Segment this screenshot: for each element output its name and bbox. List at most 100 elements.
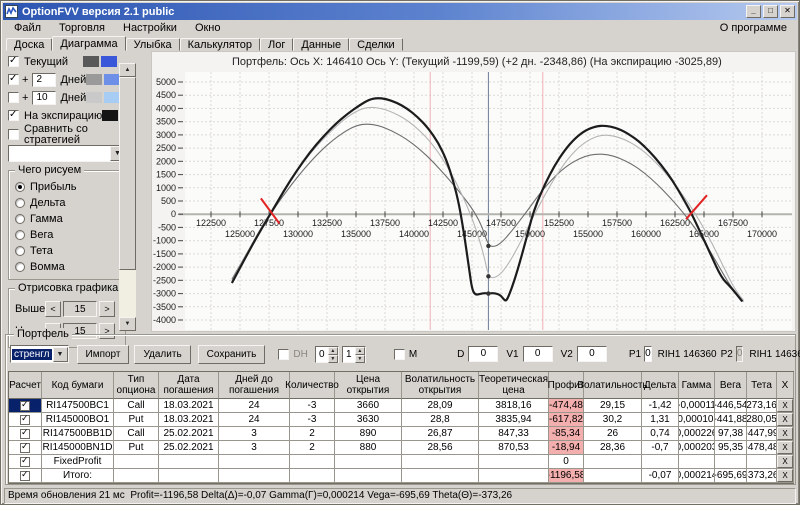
left-panel-scrollbar[interactable]: ▲ ▼ <box>119 63 136 331</box>
tab-4[interactable]: Лог <box>260 38 293 51</box>
row-calc-checkbox[interactable] <box>20 429 30 439</box>
scrollbar-thumb[interactable] <box>119 77 136 270</box>
column-header-12[interactable]: Гамма <box>679 372 715 399</box>
cell-calc[interactable] <box>9 455 42 469</box>
column-header-15[interactable]: X <box>777 372 794 399</box>
delete-row-button[interactable]: X <box>777 469 793 482</box>
menu-item-1[interactable]: Торговля <box>50 21 114 35</box>
cell-code: FixedProfit <box>42 455 114 469</box>
row-calc-checkbox[interactable] <box>20 415 30 425</box>
cell-calc[interactable] <box>9 413 42 427</box>
menu-item-0[interactable]: Файл <box>5 21 50 35</box>
scroll-up-icon[interactable]: ▲ <box>119 63 136 77</box>
curve-checkbox-2[interactable] <box>8 92 19 103</box>
scroll-down-icon[interactable]: ▼ <box>119 317 136 331</box>
radio-icon[interactable] <box>15 246 25 256</box>
row-calc-checkbox[interactable] <box>20 401 30 411</box>
row-calc-checkbox[interactable] <box>20 443 30 453</box>
cell-calc[interactable] <box>9 399 42 413</box>
radio-icon[interactable] <box>15 262 25 272</box>
dh-checkbox[interactable] <box>278 349 289 360</box>
save-button[interactable]: Сохранить <box>198 345 266 364</box>
radio-icon[interactable] <box>15 198 25 208</box>
m-checkbox[interactable] <box>394 349 405 360</box>
delete-row-button[interactable]: X <box>777 441 793 454</box>
column-header-6[interactable]: Цена открытия <box>335 372 402 399</box>
cell-calc[interactable] <box>9 427 42 441</box>
color-swatch[interactable] <box>86 92 102 103</box>
cell-gamma: 0,000226 <box>679 427 715 441</box>
cell-code: RI145000BN1D <box>42 441 114 455</box>
cell-calc[interactable] <box>9 469 42 483</box>
svg-text:3500: 3500 <box>156 117 176 127</box>
color-swatch[interactable] <box>104 92 120 103</box>
dh-spinner-2[interactable]: 1 ▲▼ <box>342 346 366 363</box>
radio-icon[interactable] <box>15 214 25 224</box>
column-header-7[interactable]: Волатильность открытия <box>402 372 479 399</box>
days-input-2[interactable] <box>32 91 56 105</box>
curve-checkbox-0[interactable] <box>8 56 19 67</box>
column-header-4[interactable]: Дней до погашения <box>219 372 290 399</box>
strategy-compare-dropdown[interactable]: ▼ <box>8 145 126 162</box>
field-D[interactable]: 0 <box>468 346 498 362</box>
radio-icon[interactable] <box>15 230 25 240</box>
column-header-11[interactable]: Дельта <box>642 372 679 399</box>
cell-calc[interactable] <box>9 441 42 455</box>
spinner-arrows-icon[interactable]: ▲▼ <box>355 347 365 362</box>
minimize-button[interactable]: _ <box>746 5 761 18</box>
spinner-arrows-icon[interactable]: ▲▼ <box>328 347 338 362</box>
tab-3[interactable]: Калькулятор <box>180 38 260 51</box>
field-V2[interactable]: 0 <box>577 346 607 362</box>
menu-item-2[interactable]: Настройки <box>114 21 186 35</box>
column-header-3[interactable]: Дата погашения <box>159 372 219 399</box>
close-button[interactable]: ✕ <box>780 5 795 18</box>
column-header-5[interactable]: Количество <box>290 372 335 399</box>
p1-field[interactable]: 0 <box>644 346 652 362</box>
radio-icon[interactable] <box>15 182 25 192</box>
column-header-0[interactable]: Расчет <box>9 372 42 399</box>
column-header-13[interactable]: Вега <box>715 372 747 399</box>
color-swatch[interactable] <box>102 110 118 121</box>
column-header-8[interactable]: Теоретическая цена <box>479 372 549 399</box>
color-swatch[interactable] <box>83 56 99 67</box>
profit-chart[interactable]: 5000450040003500300025002000150010005000… <box>152 52 797 333</box>
color-swatch[interactable] <box>86 74 102 85</box>
curve-checkbox-3[interactable] <box>8 110 19 121</box>
compare-strategy-checkbox[interactable] <box>8 129 19 140</box>
row-calc-checkbox[interactable] <box>20 457 30 467</box>
strategy-dropdown[interactable]: стренгл ▼ <box>10 345 69 363</box>
delete-row-button[interactable]: X <box>777 455 793 468</box>
menu-item-3[interactable]: Окно <box>186 21 230 35</box>
delete-row-button[interactable]: X <box>777 427 793 440</box>
tab-1[interactable]: Диаграмма <box>52 36 125 51</box>
row-calc-checkbox[interactable] <box>20 471 30 481</box>
cell-profit: -85,34 <box>549 427 584 441</box>
delete-button[interactable]: Удалить <box>134 345 190 364</box>
cell-delete: X <box>777 399 794 413</box>
column-header-1[interactable]: Код бумаги <box>42 372 114 399</box>
color-swatch[interactable] <box>101 56 117 67</box>
cell-days: 24 <box>219 413 290 427</box>
delete-row-button[interactable]: X <box>777 413 793 426</box>
delete-row-button[interactable]: X <box>777 399 793 412</box>
chevron-down-icon[interactable]: ▼ <box>53 347 68 362</box>
cell-code: RI145000BO1 <box>42 413 114 427</box>
menu-item-about[interactable]: О программе <box>712 21 795 35</box>
tab-2[interactable]: Улыбка <box>126 38 180 51</box>
tab-5[interactable]: Данные <box>293 38 349 51</box>
color-swatch[interactable] <box>104 74 120 85</box>
range-above-increase-button[interactable]: > <box>99 301 115 317</box>
import-button[interactable]: Импорт <box>77 345 130 364</box>
curve-checkbox-1[interactable] <box>8 74 19 85</box>
range-above-decrease-button[interactable]: < <box>45 301 61 317</box>
days-input-1[interactable] <box>32 73 56 87</box>
column-header-2[interactable]: Тип опциона <box>114 372 159 399</box>
tab-0[interactable]: Доска <box>6 38 52 51</box>
column-header-10[interactable]: Волатильность <box>584 372 642 399</box>
maximize-button[interactable]: □ <box>763 5 778 18</box>
field-V1[interactable]: 0 <box>523 346 553 362</box>
window-title: OptionFVV версия 2.1 public <box>22 6 744 18</box>
dh-spinner-1[interactable]: 0 ▲▼ <box>315 346 339 363</box>
tab-6[interactable]: Сделки <box>349 38 403 51</box>
column-header-14[interactable]: Тета <box>747 372 777 399</box>
